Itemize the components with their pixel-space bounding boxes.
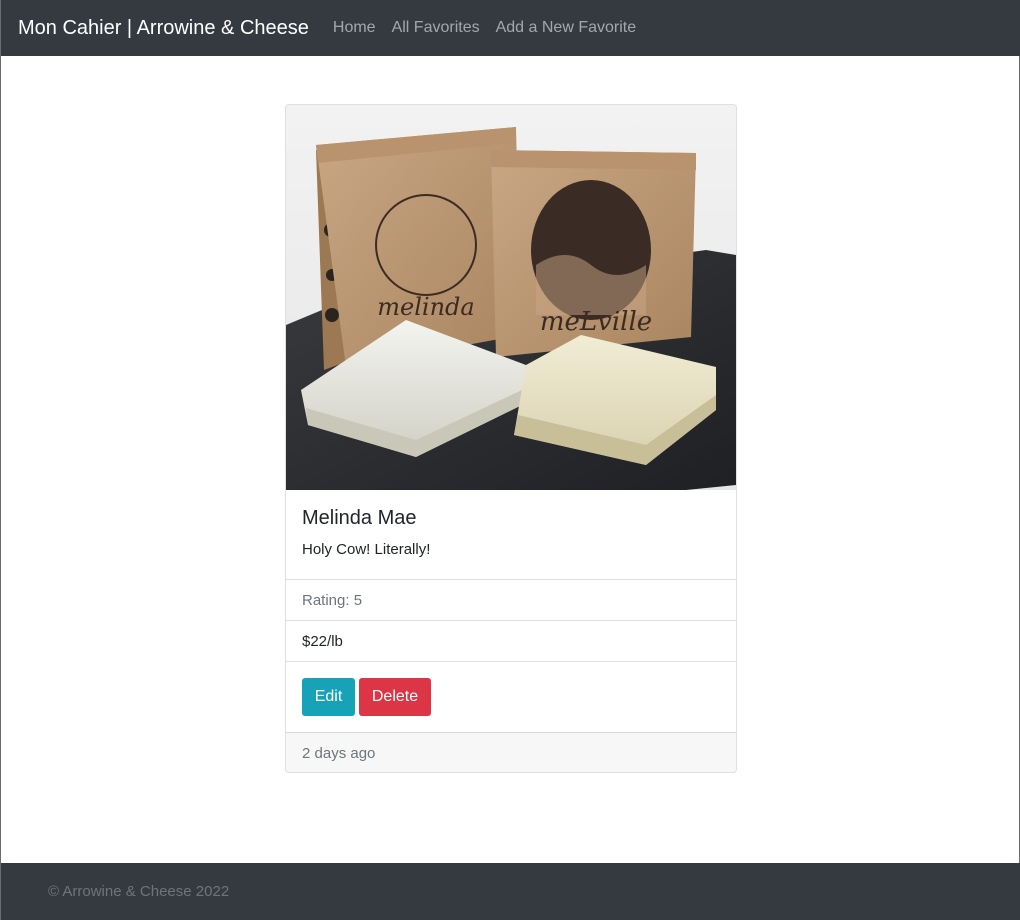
price-item: $22/lb bbox=[286, 620, 736, 661]
nav-link-home[interactable]: Home bbox=[325, 19, 384, 37]
cheese-image: melinda meLville bbox=[286, 105, 736, 490]
cheese-name: Melinda Mae bbox=[302, 507, 417, 529]
brand-link[interactable]: Mon Cahier | Arrowine & Cheese bbox=[18, 17, 309, 40]
rating-item: Rating: 5 bbox=[286, 579, 736, 620]
page-footer: © Arrowine & Cheese 2022 bbox=[1, 863, 1020, 920]
navbar: Mon Cahier | Arrowine & Cheese Home All … bbox=[1, 0, 1020, 56]
card-footer-timestamp: 2 days ago bbox=[286, 732, 736, 772]
cheese-card: melinda meLville Melinda Mae Holy Cow! L… bbox=[285, 104, 737, 773]
nav-link-add-favorite[interactable]: Add a New Favorite bbox=[488, 19, 645, 37]
card-actions: Edit Delete bbox=[286, 661, 736, 732]
svg-text:meLville: meLville bbox=[540, 307, 652, 337]
footer-copyright: © Arrowine & Cheese 2022 bbox=[48, 883, 230, 900]
card-body: Melinda Mae Holy Cow! Literally! bbox=[286, 490, 736, 579]
svg-text:melinda: melinda bbox=[377, 293, 474, 321]
delete-button[interactable]: Delete bbox=[359, 678, 431, 716]
cheese-description: Holy Cow! Literally! bbox=[302, 541, 431, 558]
nav-link-all-favorites[interactable]: All Favorites bbox=[384, 19, 488, 37]
edit-button[interactable]: Edit bbox=[302, 678, 355, 716]
